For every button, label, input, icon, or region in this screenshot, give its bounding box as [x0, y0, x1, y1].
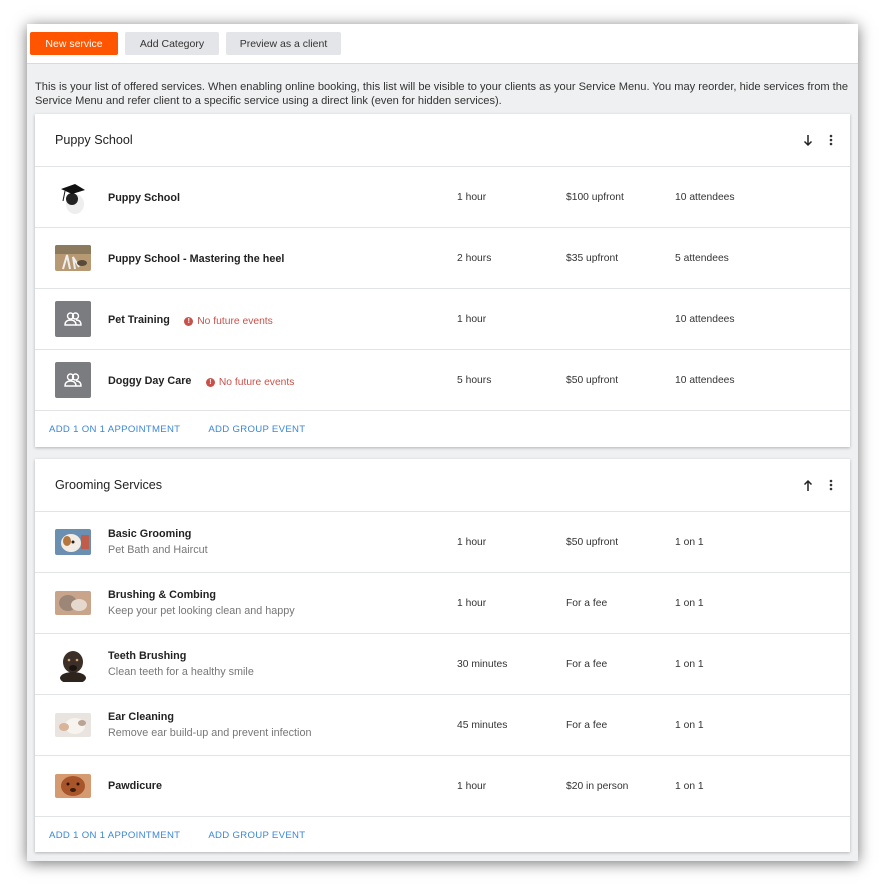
service-thumbnail [55, 774, 91, 798]
service-row[interactable]: Puppy School 1 hour $100 upfront 10 atte… [35, 167, 850, 228]
service-price: $35 upfront [566, 252, 619, 264]
service-name: Doggy Day Care [108, 375, 192, 387]
service-row[interactable]: Puppy School - Mastering the heel 2 hour… [35, 228, 850, 289]
service-description: Clean teeth for a healthy smile [108, 666, 254, 678]
service-capacity: 1 on 1 [675, 658, 704, 670]
service-row[interactable]: Doggy Day Care ! No future events 5 hour… [35, 350, 850, 411]
add-group-event-link[interactable]: ADD GROUP EVENT [208, 830, 305, 841]
category-header: Grooming Services [35, 459, 850, 512]
category-header: Puppy School [35, 114, 850, 167]
add-category-button[interactable]: Add Category [125, 32, 219, 55]
service-name: Brushing & Combing [108, 589, 216, 601]
service-thumbnail [55, 179, 91, 215]
service-description: Pet Bath and Haircut [108, 544, 208, 556]
service-duration: 1 hour [457, 313, 487, 325]
service-thumbnail [55, 646, 91, 682]
service-name: Puppy School [108, 192, 180, 204]
no-events-warning: ! No future events [205, 377, 294, 388]
category-card-grooming-services: Grooming Services Basic Grooming Pet Bat… [35, 459, 850, 852]
service-description: Keep your pet looking clean and happy [108, 605, 295, 617]
service-thumbnail [55, 245, 91, 271]
add-1-on-1-appointment-link[interactable]: ADD 1 ON 1 APPOINTMENT [49, 830, 180, 841]
service-capacity: 10 attendees [675, 374, 735, 386]
category-footer: ADD 1 ON 1 APPOINTMENT ADD GROUP EVENT [35, 411, 850, 448]
service-row[interactable]: Teeth Brushing Clean teeth for a healthy… [35, 634, 850, 695]
alert-icon: ! [205, 378, 215, 387]
intro-text: This is your list of offered services. W… [35, 81, 849, 107]
service-capacity: 10 attendees [675, 191, 735, 203]
arrow-down-icon[interactable] [801, 132, 815, 148]
more-vertical-icon[interactable] [824, 132, 838, 148]
service-capacity: 1 on 1 [675, 597, 704, 609]
service-capacity: 1 on 1 [675, 780, 704, 792]
service-duration: 1 hour [457, 536, 487, 548]
service-duration: 5 hours [457, 374, 492, 386]
service-capacity: 5 attendees [675, 252, 729, 264]
service-price: For a fee [566, 597, 608, 609]
service-row[interactable]: Pawdicure 1 hour $20 in person 1 on 1 [35, 756, 850, 817]
service-capacity: 1 on 1 [675, 719, 704, 731]
service-row[interactable]: Basic Grooming Pet Bath and Haircut 1 ho… [35, 512, 850, 573]
service-name: Basic Grooming [108, 528, 192, 540]
service-duration: 30 minutes [457, 658, 508, 670]
service-price: $100 upfront [566, 191, 624, 203]
service-thumbnail [55, 713, 91, 737]
preview-as-client-button[interactable]: Preview as a client [226, 32, 341, 55]
service-row[interactable]: Ear Cleaning Remove ear build-up and pre… [35, 695, 850, 756]
category-title: Puppy School [55, 133, 133, 147]
service-duration: 2 hours [457, 252, 492, 264]
service-capacity: 10 attendees [675, 313, 735, 325]
service-price: For a fee [566, 719, 608, 731]
category-card-puppy-school: Puppy School Puppy School 1 hour $100 up… [35, 114, 850, 447]
service-price: $20 in person [566, 780, 629, 792]
toolbar: New service Add Category Preview as a cl… [27, 24, 858, 64]
service-thumbnail [55, 529, 91, 555]
service-name: Puppy School - Mastering the heel [108, 253, 285, 265]
add-1-on-1-appointment-link[interactable]: ADD 1 ON 1 APPOINTMENT [49, 424, 180, 435]
service-name: Ear Cleaning [108, 711, 174, 723]
service-row[interactable]: Pet Training ! No future events 1 hour 1… [35, 289, 850, 350]
service-row[interactable]: Brushing & Combing Keep your pet looking… [35, 573, 850, 634]
service-name: Teeth Brushing [108, 650, 187, 662]
service-name: Pet Training [108, 314, 170, 326]
service-duration: 1 hour [457, 597, 487, 609]
service-price: $50 upfront [566, 374, 619, 386]
service-thumbnail [55, 591, 91, 615]
alert-icon: ! [184, 317, 194, 326]
category-title: Grooming Services [55, 478, 163, 492]
service-duration: 1 hour [457, 780, 487, 792]
group-icon [55, 301, 91, 337]
service-price: For a fee [566, 658, 608, 670]
new-service-button[interactable]: New service [30, 32, 118, 55]
service-price: $50 upfront [566, 536, 619, 548]
no-events-warning: ! No future events [184, 316, 273, 327]
arrow-up-icon[interactable] [801, 477, 815, 493]
service-name: Pawdicure [108, 780, 163, 792]
group-icon [55, 362, 91, 398]
add-group-event-link[interactable]: ADD GROUP EVENT [208, 424, 305, 435]
service-description: Remove ear build-up and prevent infectio… [108, 727, 312, 739]
more-vertical-icon[interactable] [824, 477, 838, 493]
service-duration: 1 hour [457, 191, 487, 203]
service-capacity: 1 on 1 [675, 536, 704, 548]
category-footer: ADD 1 ON 1 APPOINTMENT ADD GROUP EVENT [35, 817, 850, 854]
service-duration: 45 minutes [457, 719, 508, 731]
app-window: New service Add Category Preview as a cl… [27, 24, 858, 861]
